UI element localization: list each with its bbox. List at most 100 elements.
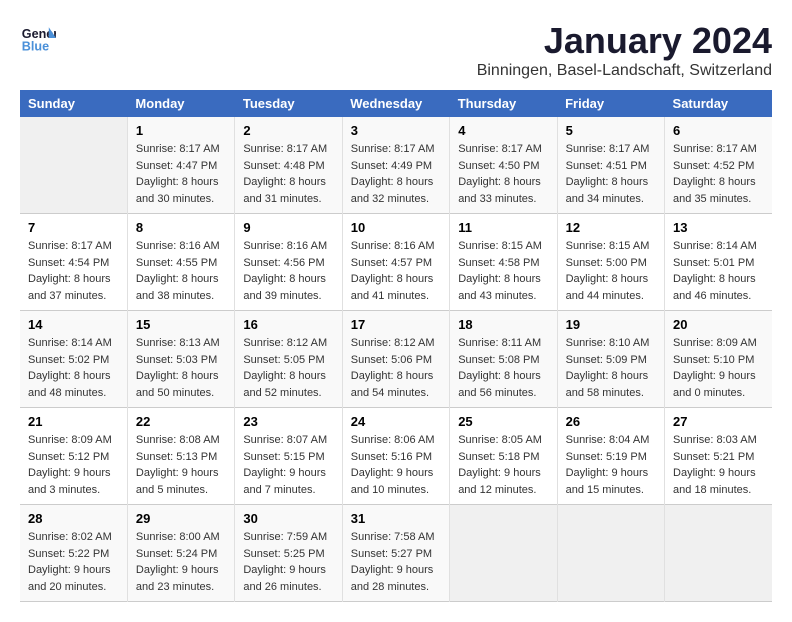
- calendar-cell: [557, 505, 664, 602]
- day-number: 3: [351, 123, 441, 138]
- day-info: Sunrise: 8:15 AMSunset: 5:00 PMDaylight:…: [566, 238, 656, 304]
- daylight-text: Daylight: 8 hours and 34 minutes.: [566, 176, 649, 205]
- day-info: Sunrise: 8:14 AMSunset: 5:01 PMDaylight:…: [673, 238, 764, 304]
- header-tuesday: Tuesday: [235, 90, 342, 117]
- day-number: 23: [243, 414, 333, 429]
- sunrise-text: Sunrise: 8:07 AM: [243, 434, 327, 446]
- day-info: Sunrise: 8:15 AMSunset: 4:58 PMDaylight:…: [458, 238, 548, 304]
- sunset-text: Sunset: 5:25 PM: [243, 548, 324, 560]
- calendar-cell: 9Sunrise: 8:16 AMSunset: 4:56 PMDaylight…: [235, 214, 342, 311]
- day-number: 10: [351, 220, 441, 235]
- daylight-text: Daylight: 9 hours and 10 minutes.: [351, 467, 434, 496]
- day-info: Sunrise: 8:07 AMSunset: 5:15 PMDaylight:…: [243, 432, 333, 498]
- sunrise-text: Sunrise: 8:17 AM: [351, 143, 435, 155]
- daylight-text: Daylight: 8 hours and 56 minutes.: [458, 370, 541, 399]
- calendar-cell: 10Sunrise: 8:16 AMSunset: 4:57 PMDayligh…: [342, 214, 449, 311]
- sunrise-text: Sunrise: 8:15 AM: [458, 240, 542, 252]
- day-info: Sunrise: 8:17 AMSunset: 4:54 PMDaylight:…: [28, 238, 119, 304]
- daylight-text: Daylight: 8 hours and 54 minutes.: [351, 370, 434, 399]
- daylight-text: Daylight: 8 hours and 46 minutes.: [673, 273, 756, 302]
- sunset-text: Sunset: 5:02 PM: [28, 354, 109, 366]
- sunrise-text: Sunrise: 8:14 AM: [28, 337, 112, 349]
- calendar-cell: 23 Sunrise: 8:07 AMSunset: 5:15 PMDayligh…: [235, 408, 342, 505]
- calendar-cell: 29Sunrise: 8:00 AMSunset: 5:24 PMDayligh…: [127, 505, 234, 602]
- calendar-cell: 18 Sunrise: 8:11 AMSunset: 5:08 PMDayligh…: [450, 311, 557, 408]
- daylight-text: Daylight: 9 hours and 12 minutes.: [458, 467, 541, 496]
- sunrise-text: Sunrise: 8:16 AM: [243, 240, 327, 252]
- header-thursday: Thursday: [450, 90, 557, 117]
- sunset-text: Sunset: 4:52 PM: [673, 160, 754, 172]
- calendar-cell: 24Sunrise: 8:06 AMSunset: 5:16 PMDayligh…: [342, 408, 449, 505]
- header-wednesday: Wednesday: [342, 90, 449, 117]
- daylight-text: Daylight: 9 hours and 23 minutes.: [136, 564, 219, 593]
- day-info: Sunrise: 8:17 AMSunset: 4:52 PMDaylight:…: [673, 141, 764, 207]
- sunrise-text: Sunrise: 8:05 AM: [458, 434, 542, 446]
- header-saturday: Saturday: [665, 90, 772, 117]
- day-number: 11: [458, 220, 548, 235]
- calendar-cell: 16Sunrise: 8:12 AMSunset: 5:05 PMDayligh…: [235, 311, 342, 408]
- day-number: 7: [28, 220, 119, 235]
- weekday-header-row: Sunday Monday Tuesday Wednesday Thursday…: [20, 90, 772, 117]
- svg-text:Blue: Blue: [22, 40, 49, 54]
- calendar-cell: 15Sunrise: 8:13 AMSunset: 5:03 PMDayligh…: [127, 311, 234, 408]
- day-info: Sunrise: 8:09 AMSunset: 5:10 PMDaylight:…: [673, 335, 764, 401]
- calendar-cell: 1Sunrise: 8:17 AMSunset: 4:47 PMDaylight…: [127, 117, 234, 214]
- day-number: 8: [136, 220, 226, 235]
- day-info: Sunrise: 8:11 AMSunset: 5:08 PMDaylight:…: [458, 335, 548, 401]
- week-row-2: 14Sunrise: 8:14 AMSunset: 5:02 PMDayligh…: [20, 311, 772, 408]
- logo: General Blue: [20, 20, 56, 56]
- sunrise-text: Sunrise: 8:09 AM: [28, 434, 112, 446]
- day-info: Sunrise: 8:14 AMSunset: 5:02 PMDaylight:…: [28, 335, 119, 401]
- day-number: 26: [566, 414, 656, 429]
- sunset-text: Sunset: 4:54 PM: [28, 257, 109, 269]
- day-number: 6: [673, 123, 764, 138]
- sunrise-text: Sunrise: 8:12 AM: [351, 337, 435, 349]
- sunrise-text: Sunrise: 8:09 AM: [673, 337, 757, 349]
- calendar-subtitle: Binningen, Basel-Landschaft, Switzerland: [477, 62, 772, 80]
- sunset-text: Sunset: 4:55 PM: [136, 257, 217, 269]
- daylight-text: Daylight: 9 hours and 0 minutes.: [673, 370, 756, 399]
- calendar-cell: 26Sunrise: 8:04 AMSunset: 5:19 PMDayligh…: [557, 408, 664, 505]
- calendar-cell: 7 Sunrise: 8:17 AMSunset: 4:54 PMDaylight…: [20, 214, 127, 311]
- sunrise-text: Sunrise: 8:17 AM: [243, 143, 327, 155]
- calendar-title: January 2024: [477, 20, 772, 62]
- calendar-cell: 21Sunrise: 8:09 AMSunset: 5:12 PMDayligh…: [20, 408, 127, 505]
- day-number: 30: [243, 511, 333, 526]
- sunset-text: Sunset: 4:57 PM: [351, 257, 432, 269]
- sunset-text: Sunset: 5:05 PM: [243, 354, 324, 366]
- calendar-cell: 28Sunrise: 8:02 AMSunset: 5:22 PMDayligh…: [20, 505, 127, 602]
- sunrise-text: Sunrise: 8:08 AM: [136, 434, 220, 446]
- day-info: Sunrise: 8:00 AMSunset: 5:24 PMDaylight:…: [136, 529, 226, 595]
- sunrise-text: Sunrise: 8:12 AM: [243, 337, 327, 349]
- sunrise-text: Sunrise: 8:17 AM: [136, 143, 220, 155]
- calendar-cell: 6 Sunrise: 8:17 AMSunset: 4:52 PMDaylight…: [665, 117, 772, 214]
- daylight-text: Daylight: 8 hours and 31 minutes.: [243, 176, 326, 205]
- sunset-text: Sunset: 5:00 PM: [566, 257, 647, 269]
- header-monday: Monday: [127, 90, 234, 117]
- sunset-text: Sunset: 5:06 PM: [351, 354, 432, 366]
- sunset-text: Sunset: 4:56 PM: [243, 257, 324, 269]
- calendar-cell: 12 Sunrise: 8:15 AMSunset: 5:00 PMDayligh…: [557, 214, 664, 311]
- sunset-text: Sunset: 5:12 PM: [28, 451, 109, 463]
- day-info: Sunrise: 8:10 AMSunset: 5:09 PMDaylight:…: [566, 335, 656, 401]
- daylight-text: Daylight: 9 hours and 7 minutes.: [243, 467, 326, 496]
- daylight-text: Daylight: 8 hours and 35 minutes.: [673, 176, 756, 205]
- day-info: Sunrise: 8:17 AMSunset: 4:50 PMDaylight:…: [458, 141, 548, 207]
- day-number: 12: [566, 220, 656, 235]
- sunrise-text: Sunrise: 8:14 AM: [673, 240, 757, 252]
- calendar-cell: [450, 505, 557, 602]
- sunset-text: Sunset: 5:03 PM: [136, 354, 217, 366]
- sunset-text: Sunset: 4:47 PM: [136, 160, 217, 172]
- calendar-cell: 20Sunrise: 8:09 AMSunset: 5:10 PMDayligh…: [665, 311, 772, 408]
- sunrise-text: Sunrise: 8:04 AM: [566, 434, 650, 446]
- day-info: Sunrise: 7:58 AMSunset: 5:27 PMDaylight:…: [351, 529, 441, 595]
- sunrise-text: Sunrise: 7:58 AM: [351, 531, 435, 543]
- day-number: 18: [458, 317, 548, 332]
- daylight-text: Daylight: 8 hours and 50 minutes.: [136, 370, 219, 399]
- daylight-text: Daylight: 8 hours and 39 minutes.: [243, 273, 326, 302]
- day-info: Sunrise: 8:16 AMSunset: 4:55 PMDaylight:…: [136, 238, 226, 304]
- week-row-4: 28Sunrise: 8:02 AMSunset: 5:22 PMDayligh…: [20, 505, 772, 602]
- day-number: 24: [351, 414, 441, 429]
- calendar-cell: [665, 505, 772, 602]
- sunset-text: Sunset: 5:13 PM: [136, 451, 217, 463]
